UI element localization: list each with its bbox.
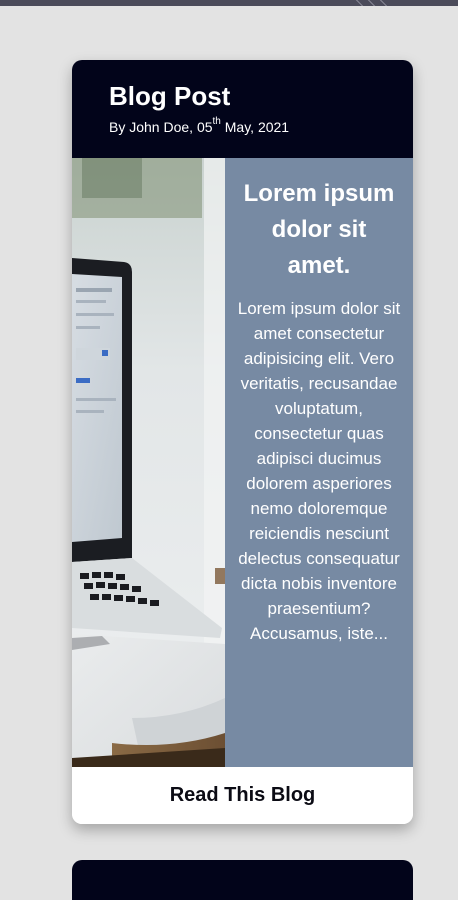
bar-decoration [367,0,378,6]
card-header: Blog Post By John Doe, 05th May, 2021 [72,60,413,158]
read-blog-button[interactable]: Read This Blog [72,767,413,824]
meta-suffix: May, 2021 [220,119,290,135]
laptop-photo [72,158,225,767]
card-excerpt: Lorem ipsum dolor sit amet consectetur a… [237,299,401,643]
author-date: By John Doe, 05th May, 2021 [109,116,290,136]
blog-card: Blog Post By John Doe, 05th May, 2021 Lo… [72,60,413,824]
bar-decoration [379,0,390,6]
date-ordinal: th [212,116,221,128]
bar-decoration [355,0,366,6]
next-blog-card [72,860,413,900]
top-edge-bar [0,0,458,6]
card-content-panel: Lorem ipsum dolor sit amet. Lorem ipsum … [225,158,413,767]
blog-image [72,158,225,767]
card-subtitle: Lorem ipsum dolor sit amet. [243,180,395,279]
meta-prefix: By John Doe, 05 [109,119,213,135]
card-title: Blog Post [109,81,231,111]
